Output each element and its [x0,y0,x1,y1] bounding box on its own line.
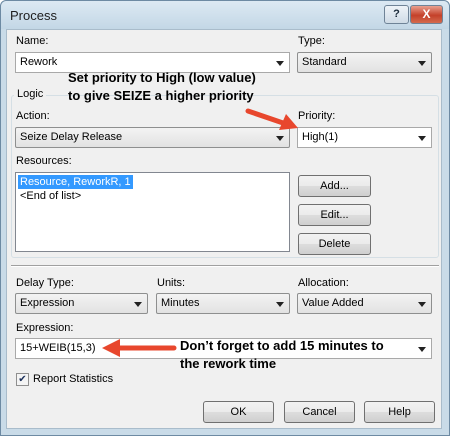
red-arrow-icon [245,108,298,130]
annotation-arrows [102,108,298,357]
red-arrow-icon [102,339,177,357]
